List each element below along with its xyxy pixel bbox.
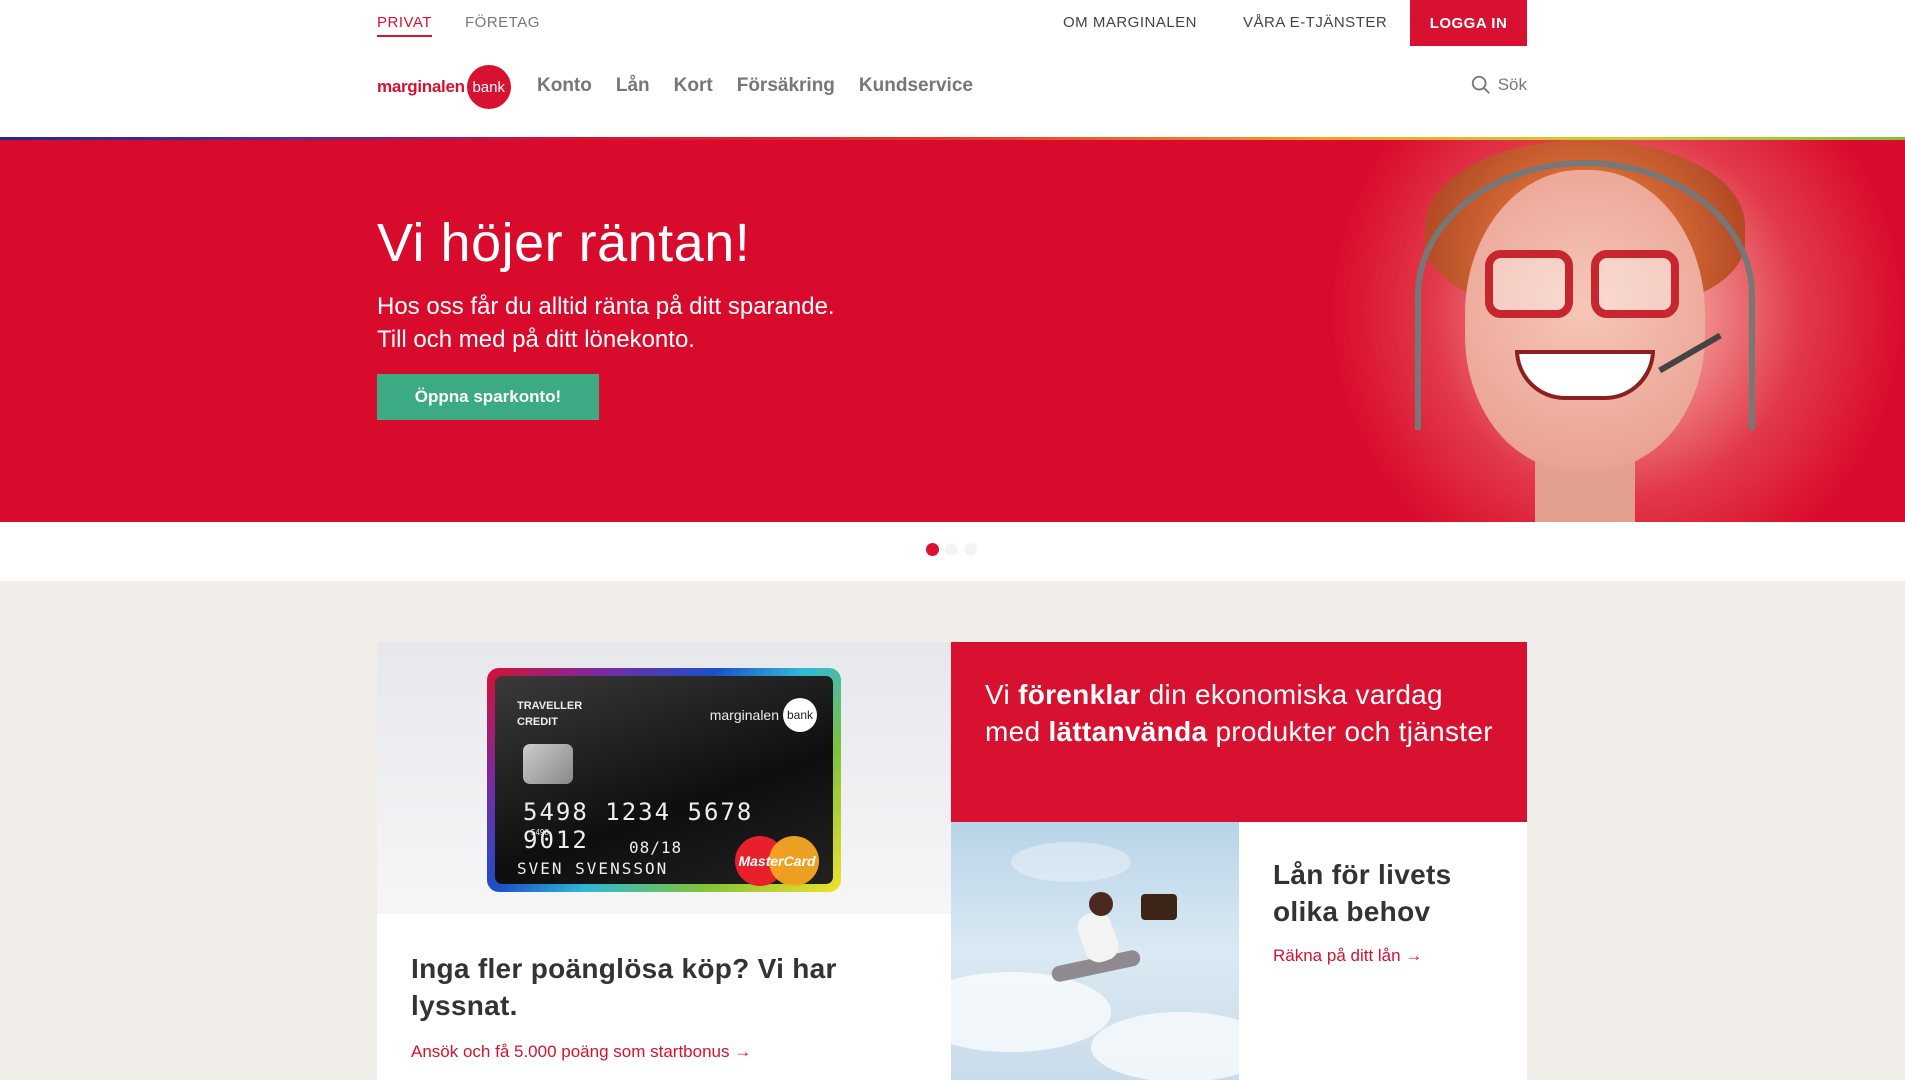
- credit-card-title: Inga fler poänglösa köp? Vi har lyssnat.: [411, 953, 837, 1021]
- carousel-indicator-band: [0, 522, 1905, 581]
- credit-card-image-area: TRAVELLER CREDIT marginalen bank 5498 12…: [377, 642, 951, 914]
- carousel-dot-3[interactable]: [964, 543, 977, 556]
- hero-subtitle-line-1: Hos oss får du alltid ränta på ditt spar…: [377, 293, 835, 320]
- logo-wordmark: marginalen: [377, 77, 465, 96]
- chip-icon: [523, 744, 573, 784]
- briefcase-icon: [1141, 894, 1177, 920]
- search-label: Sök: [1497, 75, 1527, 94]
- nav-item-lan[interactable]: Lån: [616, 75, 650, 97]
- open-savings-button[interactable]: Öppna sparkonto!: [377, 374, 599, 420]
- nav-item-forsakring[interactable]: Försäkring: [737, 75, 835, 97]
- loan-teaser: Lån för livets olika behov Räkna på ditt…: [1239, 822, 1527, 1080]
- e-tjanster-link[interactable]: VÅRA E-TJÄNSTER: [1243, 14, 1387, 31]
- card-small-number: 5498: [531, 828, 549, 837]
- illustration-glasses: [1485, 250, 1685, 320]
- nav-item-kort[interactable]: Kort: [674, 75, 713, 97]
- segment-privat-link[interactable]: PRIVAT: [377, 14, 432, 37]
- apply-card-link[interactable]: Ansök och få 5.000 poäng som startbonus …: [411, 1042, 751, 1062]
- promo-box: Vi förenklar din ekonomiska vardag med l…: [951, 642, 1527, 822]
- hero-subtitle: Hos oss får du alltid ränta på ditt spar…: [377, 290, 977, 356]
- nav-item-konto[interactable]: Konto: [537, 75, 592, 97]
- jumping-woman-illustration: [1041, 892, 1177, 1012]
- logo-disc: bank: [466, 65, 511, 109]
- carousel-dot-2[interactable]: [945, 543, 958, 556]
- om-marginalen-link[interactable]: OM MARGINALEN: [1063, 14, 1197, 31]
- calculate-loan-link[interactable]: Räkna på ditt lån →: [1273, 946, 1422, 966]
- search-icon: [1471, 75, 1490, 94]
- hero-illustration: [1265, 140, 1905, 522]
- logo-link[interactable]: marginalen bank: [377, 65, 511, 109]
- hero-title: Vi höjer räntan!: [377, 213, 751, 273]
- card-type-label: TRAVELLER CREDIT: [517, 700, 583, 728]
- hero-subtitle-line-2: Till och med på ditt lönekonto.: [377, 326, 695, 353]
- credit-card-teaser: TRAVELLER CREDIT marginalen bank 5498 12…: [377, 642, 951, 1080]
- promo-text: Vi förenklar din ekonomiska vardag med l…: [985, 679, 1493, 747]
- main-nav-row: marginalen bank Konto Lån Kort Försäkrin…: [377, 60, 1527, 114]
- credit-card-image: TRAVELLER CREDIT marginalen bank 5498 12…: [487, 668, 841, 892]
- loan-image: [951, 822, 1239, 1080]
- login-button[interactable]: LOGGA IN: [1410, 0, 1527, 46]
- main-nav: Konto Lån Kort Försäkring Kundservice: [537, 75, 973, 97]
- card-logo: marginalen bank: [710, 698, 817, 732]
- card-holder-name: SVEN SVENSSON: [517, 859, 669, 878]
- segment-foretag-link[interactable]: FÖRETAG: [465, 14, 540, 31]
- card-valid-thru: 08/18: [629, 838, 683, 857]
- loan-title: Lån för livets olika behov: [1273, 859, 1452, 927]
- mastercard-logo: MasterCard: [735, 836, 819, 886]
- carousel-dot-1[interactable]: [926, 543, 939, 556]
- carousel-dots: [926, 543, 977, 556]
- nav-item-kundservice[interactable]: Kundservice: [859, 75, 973, 97]
- site-header: PRIVAT FÖRETAG OM MARGINALEN VÅRA E-TJÄN…: [0, 0, 1905, 139]
- search-button[interactable]: Sök: [1470, 74, 1527, 96]
- hero-banner: Vi höjer räntan! Hos oss får du alltid r…: [0, 140, 1905, 522]
- top-bar: PRIVAT FÖRETAG OM MARGINALEN VÅRA E-TJÄN…: [377, 0, 1527, 46]
